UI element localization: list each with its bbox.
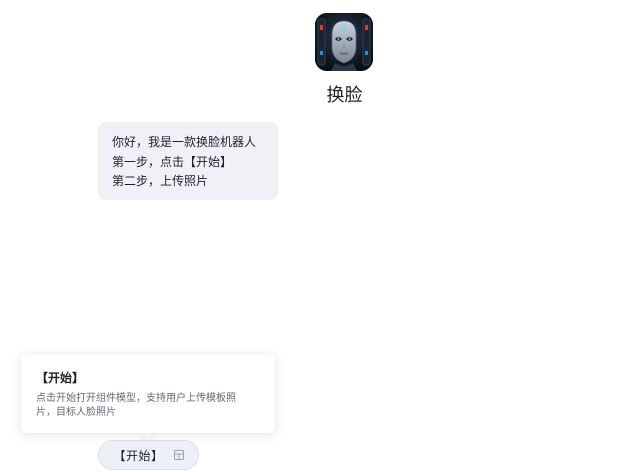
component-icon [173, 450, 184, 460]
start-command-chip[interactable]: 【开始】 [98, 440, 199, 470]
tooltip-title: 【开始】 [36, 371, 85, 385]
message-line: 第二步，上传照片 [112, 174, 209, 188]
command-tooltip: 【开始】 点击开始打开组件模型，支持用户上传模板照 片，目标人脸照片 [21, 354, 275, 433]
tooltip-description-line: 片，目标人脸照片 [36, 407, 116, 418]
message-line: 你好，我是一款换脸机器人 [112, 135, 257, 149]
bot-name: 换脸 [326, 85, 363, 106]
message-bubble: 你好，我是一款换脸机器人 第一步，点击【开始】 第二步，上传照片 [98, 122, 278, 200]
tooltip-description: 点击开始打开组件模型，支持用户上传模板照 片，目标人脸照片 [36, 392, 261, 420]
tooltip-description-line: 点击开始打开组件模型，支持用户上传模板照 [36, 393, 236, 404]
start-command-label: 【开始】 [113, 448, 164, 463]
bot-avatar [315, 13, 373, 71]
message-line: 第一步，点击【开始】 [112, 154, 233, 169]
robot-face-avatar-icon [315, 13, 373, 71]
